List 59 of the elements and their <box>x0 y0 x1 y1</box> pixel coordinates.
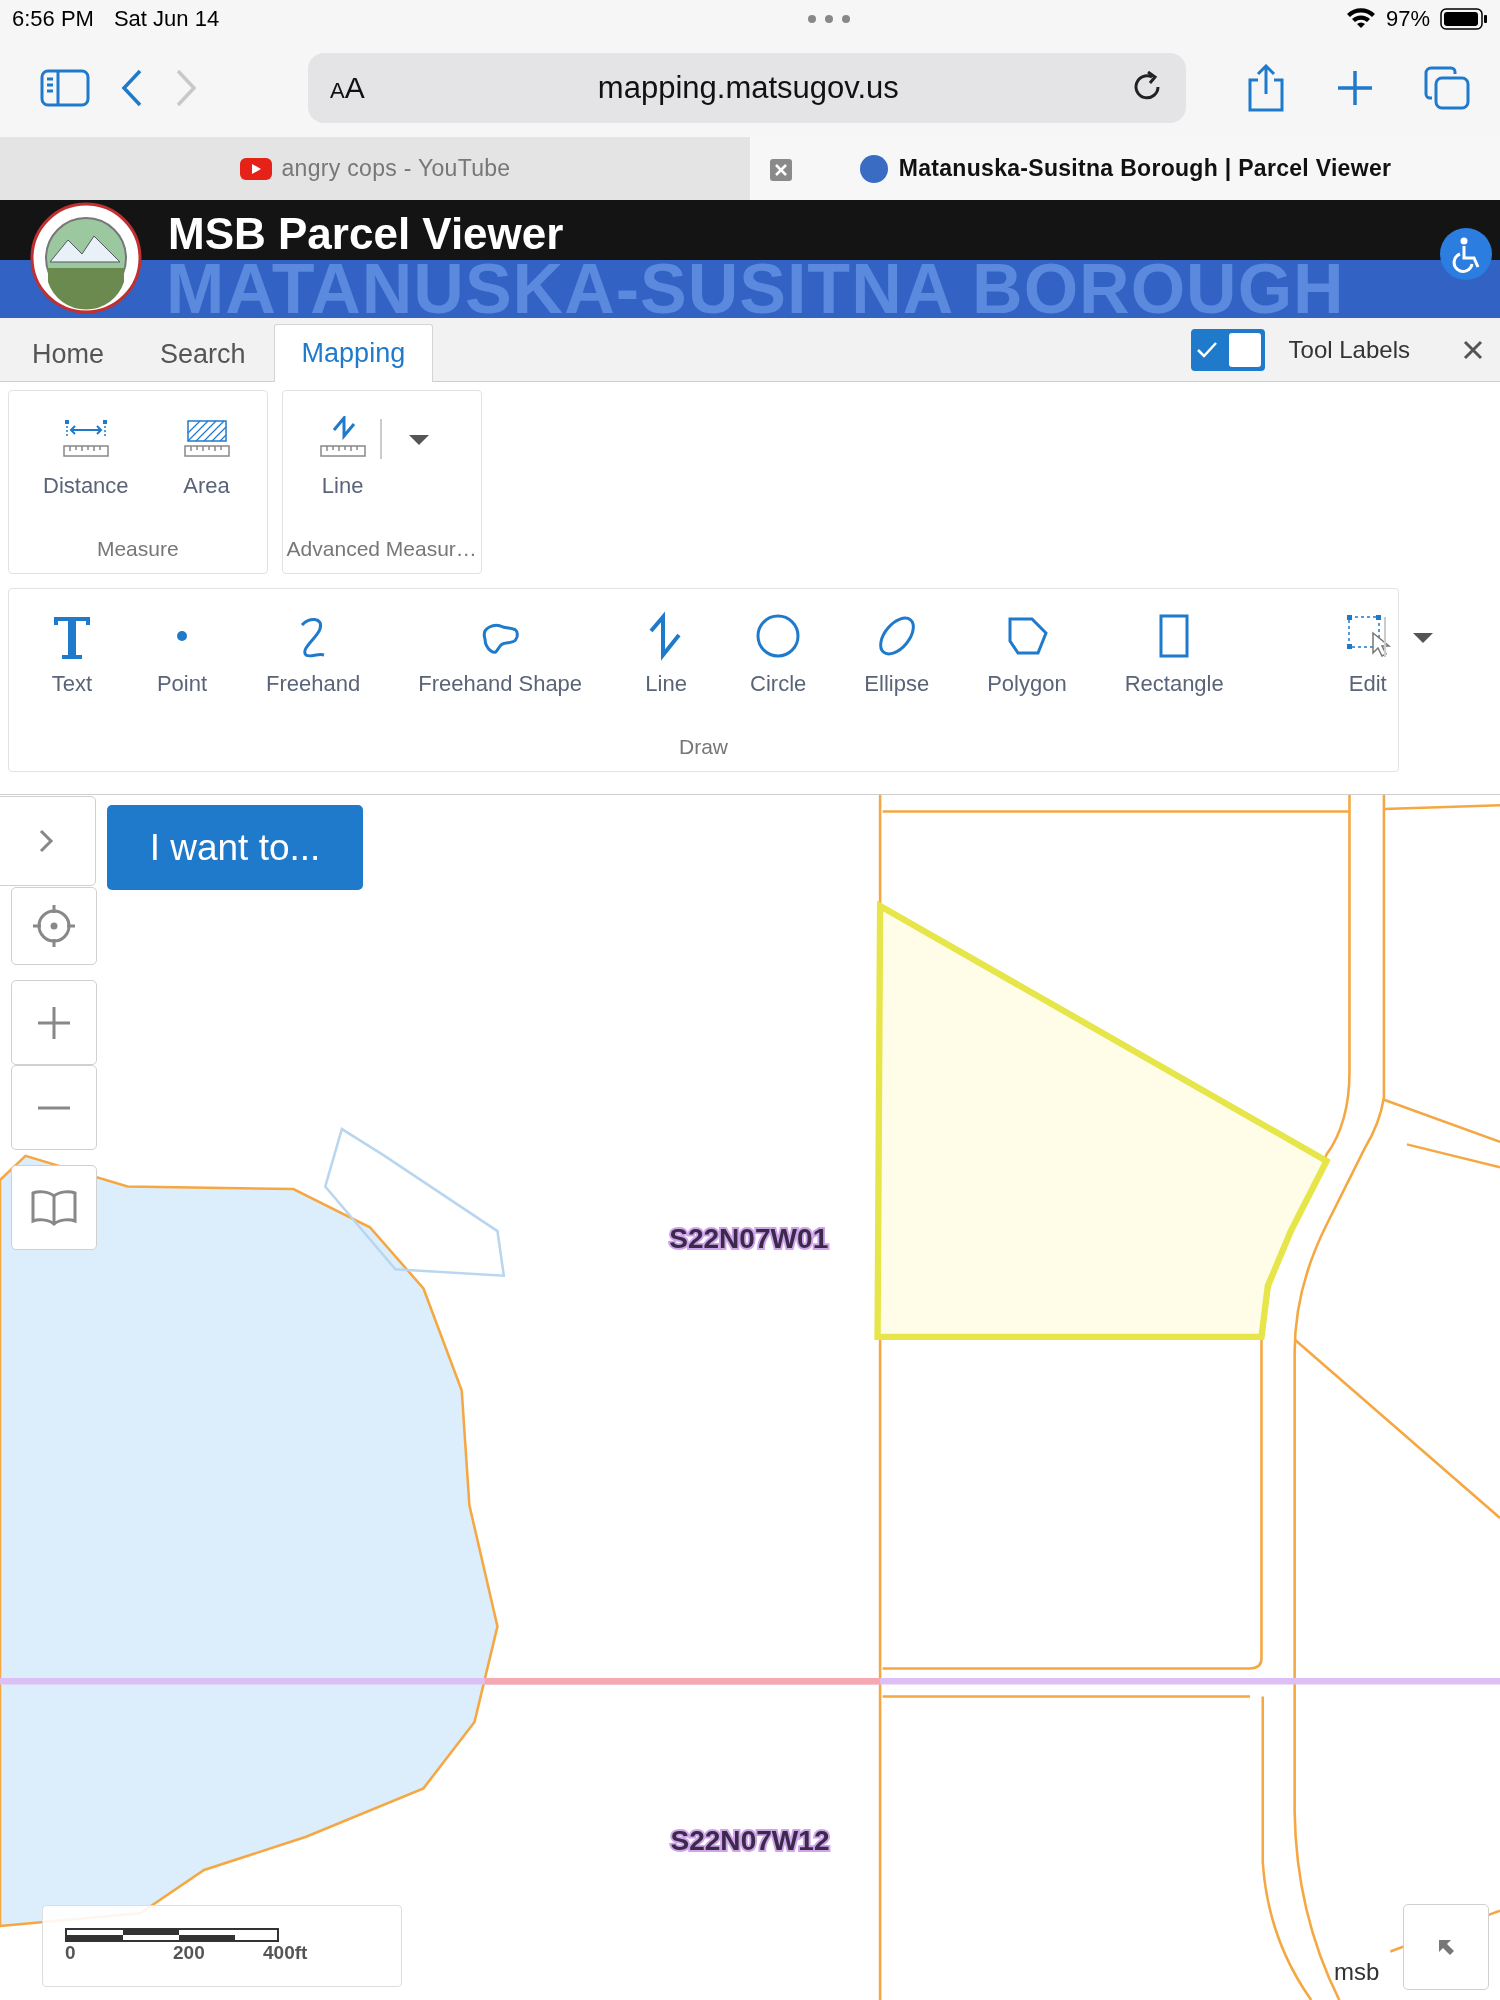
i-want-to-button[interactable]: I want to... <box>107 805 363 890</box>
scale-label: 400ft <box>263 1942 309 1964</box>
close-icon[interactable] <box>1462 338 1484 361</box>
attribution-text: msb <box>1334 1958 1380 1986</box>
crosshair-icon <box>30 902 78 950</box>
ribbon-tab[interactable]: Home <box>4 326 133 382</box>
more-dots-icon[interactable] <box>807 14 852 24</box>
app-title: MSB Parcel Viewer <box>168 208 564 260</box>
section-label: S22N07W01 <box>669 1222 829 1254</box>
arrow-up-left-icon <box>1437 1938 1455 1956</box>
group-label: Measure <box>95 536 180 562</box>
tool-button[interactable]: Text <box>17 611 127 697</box>
tool-labels-label: Tool Labels <box>1288 335 1410 364</box>
tool-button[interactable]: Freehand Shape <box>389 611 612 697</box>
status-time: 6:56 PM <box>12 6 94 32</box>
browser-tab[interactable]: Matanuska-Susitna Borough | Parcel Viewer <box>750 137 1500 200</box>
tool-button[interactable]: Area <box>154 413 259 499</box>
group-label: Advanced Measur… <box>285 536 478 562</box>
scale-label: 0 <box>65 1942 77 1964</box>
ruler-line-icon <box>317 416 368 460</box>
group-label: Draw <box>679 734 728 760</box>
battery-icon <box>1440 8 1488 30</box>
share-icon[interactable] <box>1246 63 1286 112</box>
tabs-overview-icon[interactable] <box>1424 65 1470 110</box>
tool-labels-toggle[interactable] <box>1190 328 1265 371</box>
section-label: S22N07W12 <box>670 1824 830 1856</box>
plus-icon <box>38 1006 70 1039</box>
browser-tab[interactable]: angry cops - YouTube <box>0 137 750 200</box>
tool-button[interactable]: Line <box>611 611 722 697</box>
book-icon <box>30 1187 78 1228</box>
tool-button[interactable]: Rectangle <box>1095 611 1253 697</box>
plus-icon[interactable] <box>1336 68 1374 107</box>
text-size-button[interactable]: AA <box>330 70 365 105</box>
status-date: Sat Jun 14 <box>113 6 220 32</box>
tool-button[interactable]: Line <box>290 413 395 499</box>
minus-icon <box>38 1105 70 1110</box>
tool-button[interactable]: Polygon <box>958 611 1096 697</box>
battery-percent: 97% <box>1385 6 1430 32</box>
sidebar-icon[interactable] <box>40 68 90 107</box>
tool-button[interactable]: Circle <box>721 611 836 697</box>
tool-button[interactable]: Ellipse <box>835 611 959 697</box>
video-play-icon <box>239 157 272 180</box>
ribbon-tab[interactable]: Search <box>132 326 274 382</box>
tool-button[interactable]: Edit <box>1312 611 1423 697</box>
wifi-icon <box>1345 8 1376 30</box>
back-icon[interactable] <box>120 67 144 108</box>
site-logo-icon <box>858 153 889 184</box>
close-tab-icon[interactable] <box>770 159 792 181</box>
legend-button[interactable] <box>11 1165 97 1250</box>
locate-button[interactable] <box>11 887 97 965</box>
url-text[interactable]: mapping.matsugov.us <box>364 69 1132 106</box>
tool-button[interactable]: Distance <box>17 413 155 499</box>
point-icon <box>176 630 188 642</box>
tool-button[interactable]: Point <box>127 611 237 697</box>
accessibility-icon[interactable] <box>1440 228 1492 280</box>
chevron-right-icon <box>38 828 54 854</box>
ribbon-tab[interactable]: Mapping <box>273 324 434 382</box>
scale-label: 200 <box>173 1942 206 1964</box>
tool-button[interactable]: Freehand <box>237 611 390 697</box>
